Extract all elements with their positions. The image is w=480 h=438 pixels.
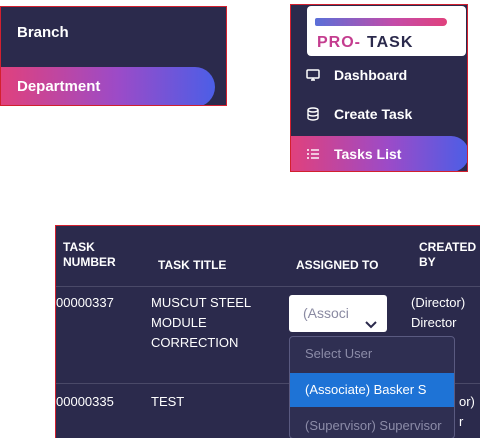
sidebar-item-create-task[interactable]: Create Task	[291, 96, 467, 132]
cell-task-title: MUSCUT STEEL MODULE CORRECTION	[151, 295, 251, 350]
sidebar-item-label: Dashboard	[334, 67, 408, 83]
sidebar-item-label: Create Task	[334, 106, 413, 122]
task-table-panel: TASK NUMBER TASK TITLE ASSIGNED TO CREAT…	[55, 225, 480, 438]
dropdown-option-supervisor[interactable]: (Supervisor) Supervisor	[290, 409, 454, 438]
cell-created-by-name: Director	[411, 315, 457, 330]
cell-task-title: TEST	[151, 394, 185, 409]
sidebar-item-label: Tasks List	[334, 146, 402, 162]
header-assigned-to: ASSIGNED TO	[296, 258, 379, 272]
left-menu-panel: Branch Department	[0, 6, 227, 106]
header-task-number: TASK NUMBER	[63, 240, 116, 269]
database-icon	[305, 96, 321, 132]
assign-user-dropdown: Select User (Associate) Basker S (Superv…	[289, 336, 455, 438]
pro-task-logo: PRO- TASK	[307, 6, 466, 56]
header-created-by: CREATED BY	[419, 240, 477, 269]
list-icon	[305, 136, 321, 171]
dropdown-option-basker[interactable]: (Associate) Basker S	[290, 373, 454, 407]
logo-text-pro: PRO-	[317, 34, 361, 51]
cell-created-by-role: (Director)	[411, 295, 466, 310]
menu-item-department[interactable]: Department	[1, 67, 215, 105]
sidebar-item-dashboard[interactable]: Dashboard	[291, 57, 467, 93]
header-separator	[56, 286, 480, 287]
menu-item-branch[interactable]: Branch	[1, 13, 226, 53]
monitor-icon	[305, 57, 321, 93]
logo-text-task: TASK	[367, 34, 414, 51]
logo-swoosh	[315, 18, 447, 26]
cell-task-number: 00000335	[56, 394, 114, 409]
sidebar-panel: PRO- TASK Dashboard Create Task Tasks Li…	[290, 4, 468, 172]
select-value: (Associ	[303, 305, 349, 321]
dropdown-option-select-user[interactable]: Select User	[290, 337, 454, 371]
cell-task-number: 00000337	[56, 295, 114, 310]
assigned-to-select[interactable]: (Associ	[289, 295, 387, 332]
header-task-title: TASK TITLE	[158, 258, 227, 272]
cell-created-by-name: r	[459, 414, 464, 429]
sidebar-item-tasks-list[interactable]: Tasks List	[291, 136, 467, 171]
cell-created-by-role: or)	[459, 394, 475, 409]
